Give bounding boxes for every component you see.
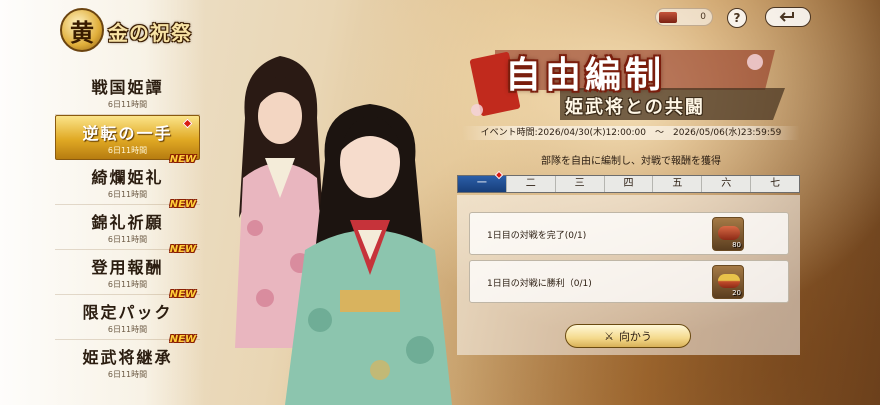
new-badge: NEW — [169, 334, 196, 345]
currency-value: 0 — [700, 12, 706, 22]
event-logo-badge: 黄 — [60, 8, 104, 52]
menu-item-title: 登用報酬 — [91, 258, 164, 277]
side-menu-panel: 黄 金の祝祭 戦国姫譚 6日11時間 逆転の一手 6日11時間 NEW 綺爛姫礼… — [0, 0, 205, 405]
back-button[interactable] — [765, 7, 811, 27]
new-badge: NEW — [169, 289, 196, 300]
menu-item-title: 逆転の一手 — [82, 124, 173, 143]
tab-day-6[interactable]: 六 — [702, 176, 752, 192]
mission-row: 1日目の対戦に勝利（0/1) 20 — [469, 260, 789, 303]
event-subtitle: 姫武将との共闘 — [565, 97, 705, 118]
day-tabs: 一 二 三 四 五 六 七 — [457, 170, 800, 193]
event-title: 自由編制 — [505, 54, 666, 96]
reward-icon — [718, 226, 740, 240]
tab-day-1[interactable]: 一 — [458, 170, 507, 192]
tab-day-4[interactable]: 四 — [605, 176, 654, 192]
menu-item-title: 錦礼祈願 — [91, 213, 164, 232]
go-button-label: 向かう — [618, 330, 652, 343]
tab-label: 一 — [476, 178, 487, 189]
event-logo: 黄 金の祝祭 — [60, 6, 230, 54]
event-menu: 戦国姫譚 6日11時間 逆転の一手 6日11時間 NEW 綺爛姫礼 6日11時間… — [55, 70, 200, 385]
menu-item-title: 綺爛姫礼 — [91, 168, 164, 187]
menu-item-timer: 6日11時間 — [107, 370, 148, 379]
character-illustration-front — [285, 104, 452, 405]
event-time: イベント時間:2026/04/30(木)12:00:00 ～ 2026/05/0… — [462, 126, 800, 140]
menu-item-title: 姫武将継承 — [82, 348, 173, 367]
back-arrow-icon — [779, 12, 794, 22]
menu-item-timer: 6日11時間 — [107, 100, 148, 109]
reward-icon — [718, 274, 740, 288]
menu-item-title: 限定パック — [82, 303, 173, 322]
tab-day-7[interactable]: 七 — [751, 176, 799, 192]
currency-icon — [659, 12, 677, 23]
event-logo-title: 金の祝祭 — [108, 21, 192, 45]
new-badge: NEW — [169, 244, 196, 255]
tab-day-2[interactable]: 二 — [507, 176, 556, 192]
help-button[interactable]: ? — [727, 8, 747, 28]
tab-day-3[interactable]: 三 — [556, 176, 605, 192]
new-badge: NEW — [169, 154, 196, 165]
go-button[interactable]: ⚔ 向かう — [565, 324, 691, 348]
reward-count: 20 — [732, 289, 741, 297]
menu-item-sengoku-himetan[interactable]: 戦国姫譚 6日11時間 — [55, 70, 200, 115]
tab-day-5[interactable]: 五 — [653, 176, 703, 192]
crossed-swords-icon: ⚔ — [604, 329, 614, 343]
reward-item[interactable]: 20 — [712, 265, 744, 299]
mission-text: 1日目の対戦に勝利（0/1) — [487, 279, 592, 289]
currency-display: 0 — [655, 8, 713, 26]
mission-row: 1日目の対戦を完了(0/1) 80 — [469, 212, 789, 255]
reward-count: 80 — [732, 241, 741, 249]
menu-item-title: 戦国姫譚 — [91, 78, 164, 97]
reward-item[interactable]: 80 — [712, 217, 744, 251]
menu-item-himebusho-keisho[interactable]: NEW 姫武将継承 6日11時間 — [55, 334, 200, 385]
new-badge: NEW — [169, 199, 196, 210]
mission-text: 1日目の対戦を完了(0/1) — [487, 231, 587, 241]
event-description: 部隊を自由に編制し、対戦で報酬を獲得 — [541, 156, 721, 167]
